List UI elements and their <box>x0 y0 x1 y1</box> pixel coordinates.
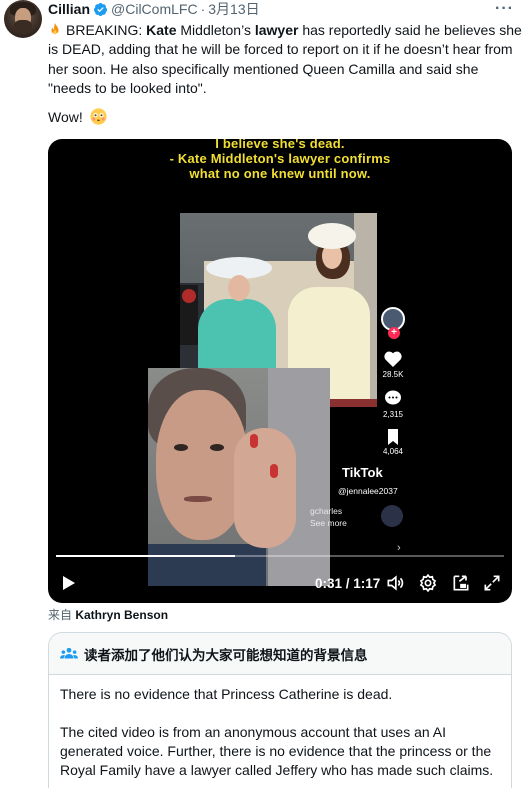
tiktok-heart-icon <box>384 351 402 367</box>
tiktok-music-disc-icon <box>381 505 403 527</box>
community-note-paragraph-1: There is no evidence that Princess Cathe… <box>60 686 393 702</box>
tweet-bold-name: Kate <box>146 22 177 38</box>
settings-gear-icon[interactable] <box>418 573 438 593</box>
tweet-prefix: BREAKING: <box>66 22 147 38</box>
wow-text: Wow! <box>48 109 83 125</box>
video-time: 0:31 / 1:17 <box>315 576 380 591</box>
video-speaker-inset <box>148 368 330 586</box>
tweet-bold-lawyer: lawyer <box>254 22 299 38</box>
tiktok-comment-icon <box>385 390 401 405</box>
community-note-paragraph-2: The cited video is from an anonymous acc… <box>60 724 494 778</box>
flushed-face-emoji-icon <box>90 108 107 125</box>
tiktok-caption-text: gcharles <box>310 506 343 516</box>
tiktok-see-more: See more <box>310 518 347 528</box>
volume-icon[interactable] <box>385 573 405 593</box>
tiktok-username: @jennalee2037 <box>338 486 398 496</box>
community-note-body: There is no evidence that Princess Cathe… <box>49 675 511 780</box>
separator-dot: · <box>200 1 206 17</box>
current-time: 0:31 <box>315 576 343 591</box>
picture-in-picture-icon[interactable] <box>451 573 471 593</box>
video-player[interactable]: I believe she's dead. - Kate Middleton's… <box>48 139 512 603</box>
video-caption-line-2: - Kate Middleton's lawyer confirms <box>169 151 391 166</box>
community-note-title: 读者添加了他们认为大家可能想知道的背景信息 <box>84 647 368 663</box>
community-note-header[interactable]: 读者添加了他们认为大家可能想知道的背景信息 <box>49 633 511 675</box>
fullscreen-icon[interactable] <box>482 573 502 593</box>
source-prefix: 来自 <box>48 608 76 622</box>
guard-plume <box>182 289 196 303</box>
user-handle[interactable]: @CilComLFC <box>111 1 198 17</box>
tweet-date[interactable]: 3月13日 <box>208 0 259 19</box>
tiktok-chevron-icon: › <box>397 542 401 554</box>
fire-emoji-icon <box>51 23 59 35</box>
tiktok-bookmark-count: 4,064 <box>382 447 404 456</box>
tweet-mid: Middleton’s <box>176 22 255 38</box>
time-separator: / <box>342 576 354 591</box>
more-options-icon[interactable]: ··· <box>495 0 514 18</box>
video-progress-bar[interactable] <box>56 555 504 557</box>
tweet-header: Cillian @CilComLFC · 3月13日 <box>48 0 260 18</box>
video-progress-fill <box>56 555 236 557</box>
display-name[interactable]: Cillian <box>48 1 90 17</box>
tiktok-comment-count: 2,315 <box>382 410 404 419</box>
tweet-text: BREAKING: Kate Middleton’s lawyer has re… <box>48 21 522 99</box>
video-controls: 0:31 / 1:17 <box>48 569 512 599</box>
tiktok-watermark: TikTok <box>342 465 383 480</box>
verified-badge-icon <box>93 2 108 16</box>
source-name[interactable]: Kathryn Benson <box>75 608 168 622</box>
people-icon <box>60 647 78 658</box>
tiktok-bookmark-icon <box>388 429 398 445</box>
tiktok-follow-plus-icon: + <box>388 327 400 339</box>
video-source: 来自 Kathryn Benson <box>48 606 168 623</box>
avatar[interactable] <box>4 0 42 38</box>
video-caption-line-3: what no one knew until now. <box>189 166 371 181</box>
play-icon[interactable] <box>62 575 76 591</box>
duration: 1:17 <box>353 576 381 591</box>
tiktok-like-count: 28.5K <box>382 370 404 379</box>
community-note: 读者添加了他们认为大家可能想知道的背景信息 There is no eviden… <box>48 632 512 788</box>
tweet-wow: Wow! <box>48 108 107 127</box>
